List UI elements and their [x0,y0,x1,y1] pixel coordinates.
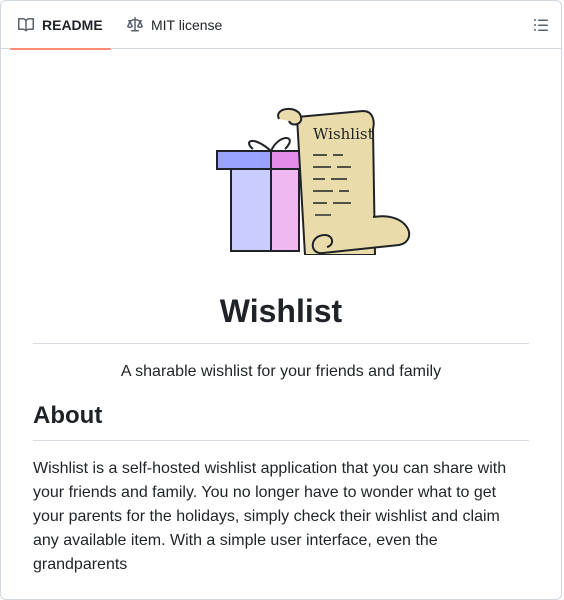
tagline: A sharable wishlist for your friends and… [120,363,442,380]
tab-license-label: MIT license [151,17,223,33]
about-paragraph: Wishlist is a self-hosted wishlist appli… [33,460,507,573]
about-heading: About [33,400,529,441]
scroll-title: Wishlist [313,125,374,143]
page-title: Wishlist [33,291,529,344]
tab-license[interactable]: MIT license [119,1,230,49]
tab-readme-label: README [42,17,103,33]
readme-tab-bar: README MIT license [1,1,561,50]
logo-area: Wishlist [33,49,529,279]
readme-panel: README MIT license Wishlist Wishlist A s… [0,0,562,600]
tab-readme[interactable]: README [10,1,111,50]
law-scale-icon [127,17,143,33]
readme-content: Wishlist Wishlist A sharable wishlist fo… [1,49,561,577]
wishlist-logo: Wishlist [216,108,411,255]
book-icon [18,17,34,33]
list-unordered-icon[interactable] [533,17,549,33]
